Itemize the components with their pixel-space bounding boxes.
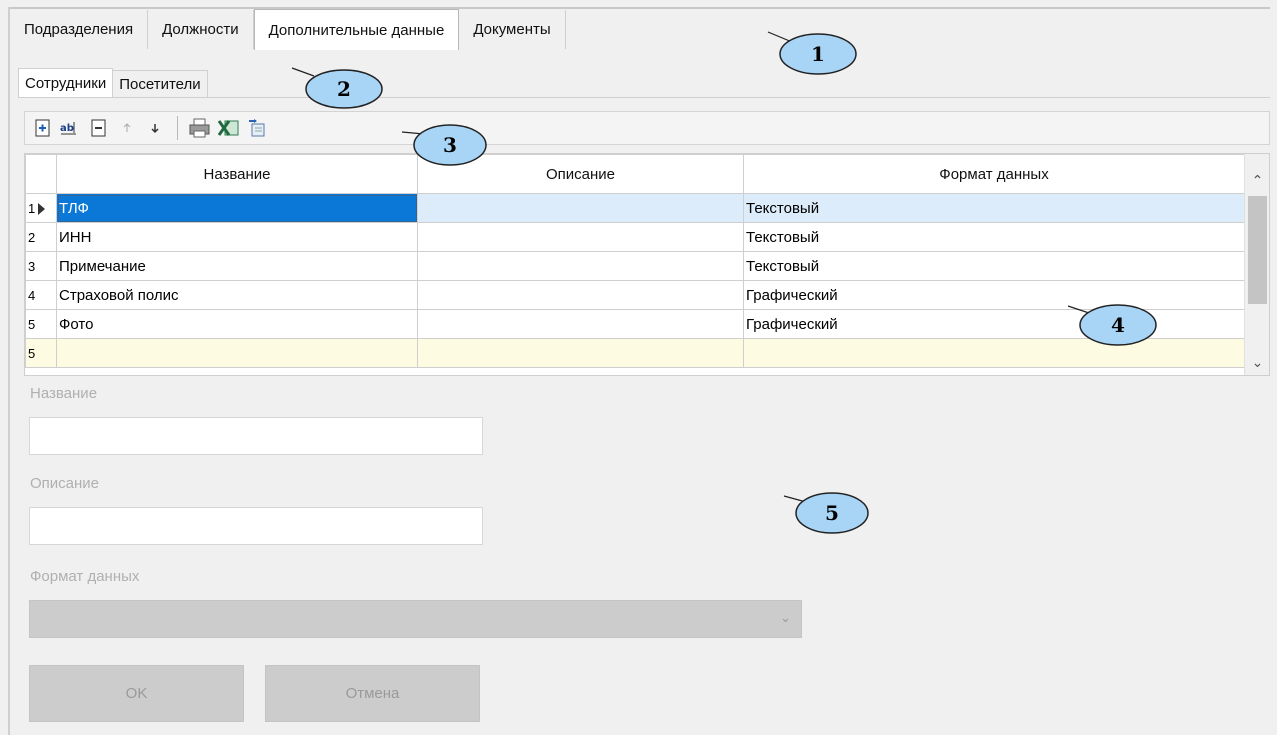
- cell-name[interactable]: Фото: [56, 309, 418, 339]
- export-icon[interactable]: [244, 116, 268, 140]
- row-indicator: 4: [25, 280, 57, 310]
- table-row[interactable]: 2 ИНН Текстовый: [25, 222, 1245, 252]
- column-header-name[interactable]: Название: [56, 154, 418, 194]
- callout-4: 4: [1067, 304, 1157, 346]
- table-row[interactable]: 3 Примечание Текстовый: [25, 251, 1245, 281]
- data-table: Название Описание Формат данных 1 ТЛФ Те…: [25, 154, 1245, 368]
- description-field[interactable]: [29, 507, 483, 545]
- toolbar: ab: [24, 111, 1270, 145]
- table-row[interactable]: 4 Страховой полис Графический: [25, 280, 1245, 310]
- callout-2: 2: [291, 67, 383, 109]
- callout-number: 3: [443, 133, 457, 157]
- cell-description[interactable]: [417, 251, 744, 281]
- row-indicator: 1: [25, 193, 57, 223]
- cell-description-new[interactable]: [417, 338, 744, 368]
- callout-1: 1: [767, 31, 857, 75]
- svg-text:ab: ab: [60, 123, 74, 134]
- callout-number: 2: [337, 77, 351, 101]
- window-left-border: [8, 7, 10, 735]
- cancel-button[interactable]: Отмена: [265, 665, 480, 722]
- cell-format[interactable]: Текстовый: [743, 193, 1245, 223]
- chevron-down-icon[interactable]: ⌄: [1245, 350, 1270, 375]
- format-label: Формат данных: [30, 568, 140, 585]
- move-down-icon[interactable]: [143, 116, 167, 140]
- current-row-arrow-icon: [38, 203, 45, 215]
- toolbar-separator: [177, 116, 178, 140]
- cell-format[interactable]: Текстовый: [743, 251, 1245, 281]
- cell-format[interactable]: Графический: [743, 309, 1245, 339]
- cell-name[interactable]: ИНН: [56, 222, 418, 252]
- table-row[interactable]: 1 ТЛФ Текстовый: [25, 193, 1245, 223]
- cell-format[interactable]: Текстовый: [743, 222, 1245, 252]
- cell-format[interactable]: Графический: [743, 280, 1245, 310]
- callout-3: 3: [401, 124, 487, 166]
- tab-subdivisions[interactable]: Подразделения: [10, 10, 149, 49]
- cell-description[interactable]: [417, 309, 744, 339]
- window-top-border: [8, 7, 1270, 9]
- row-indicator: 5: [25, 309, 57, 339]
- cell-name[interactable]: Страховой полис: [56, 280, 418, 310]
- vertical-scrollbar[interactable]: ⌃ ⌄: [1244, 154, 1269, 375]
- callout-5: 5: [783, 492, 869, 534]
- cell-name[interactable]: ТЛФ: [56, 193, 418, 223]
- cell-description[interactable]: [417, 193, 744, 223]
- chevron-up-icon[interactable]: ⌃: [1245, 168, 1270, 193]
- move-up-icon[interactable]: [115, 116, 139, 140]
- callout-number: 5: [825, 501, 839, 525]
- callout-number: 1: [811, 42, 825, 66]
- tab-employees[interactable]: Сотрудники: [18, 68, 114, 98]
- row-indicator: 2: [25, 222, 57, 252]
- format-select[interactable]: ⌄: [29, 600, 802, 638]
- tab-positions[interactable]: Должности: [148, 10, 254, 49]
- name-field[interactable]: [29, 417, 483, 455]
- ok-button[interactable]: OK: [29, 665, 244, 722]
- column-header-format[interactable]: Формат данных: [743, 154, 1245, 194]
- description-label: Описание: [30, 475, 100, 492]
- name-label: Название: [30, 385, 98, 402]
- cell-name[interactable]: Примечание: [56, 251, 418, 281]
- add-icon[interactable]: [31, 116, 55, 140]
- cell-description[interactable]: [417, 222, 744, 252]
- main-tabbar: Подразделения Должности Дополнительные д…: [10, 9, 566, 50]
- rename-icon[interactable]: ab: [59, 116, 83, 140]
- tab-additional-data[interactable]: Дополнительные данные: [253, 9, 460, 50]
- chevron-down-icon: ⌄: [780, 610, 791, 625]
- row-indicator: 5: [25, 338, 57, 368]
- scrollbar-thumb[interactable]: [1248, 196, 1267, 304]
- table-header-row: Название Описание Формат данных: [25, 154, 1245, 194]
- excel-export-icon[interactable]: [216, 116, 240, 140]
- sub-tabbar: Сотрудники Посетители: [18, 68, 208, 98]
- tab-documents[interactable]: Документы: [459, 10, 566, 49]
- table-row[interactable]: 5 Фото Графический: [25, 309, 1245, 339]
- tab-underline: [18, 97, 1270, 98]
- delete-icon[interactable]: [87, 116, 111, 140]
- new-row[interactable]: 5: [25, 338, 1245, 368]
- callout-number: 4: [1111, 313, 1125, 337]
- cell-description[interactable]: [417, 280, 744, 310]
- row-indicator-header[interactable]: [25, 154, 57, 194]
- tab-visitors[interactable]: Посетители: [113, 70, 208, 98]
- row-indicator: 3: [25, 251, 57, 281]
- cell-name-new[interactable]: [56, 338, 418, 368]
- print-icon[interactable]: [188, 116, 212, 140]
- cell-format-new[interactable]: [743, 338, 1245, 368]
